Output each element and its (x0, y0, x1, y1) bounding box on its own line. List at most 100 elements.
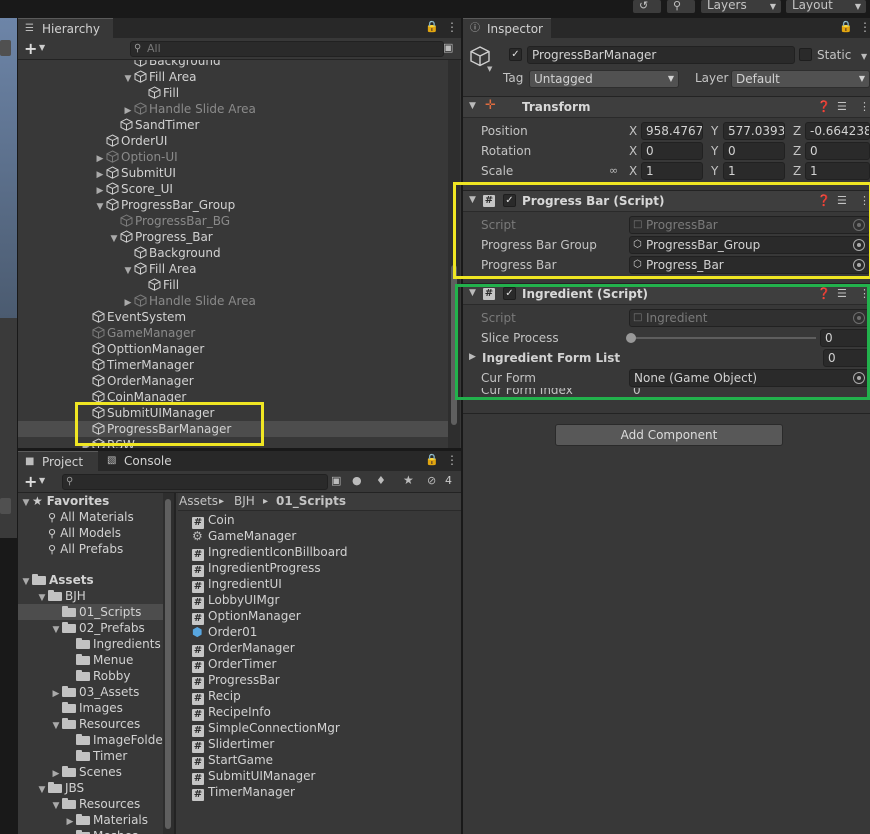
axis-x-label[interactable]: X (629, 121, 637, 141)
layer-dropdown[interactable]: Default ▼ (731, 70, 870, 88)
project-folder-item[interactable]: ▶ Meshes (64, 828, 138, 834)
hierarchy-item[interactable]: OrderManager (80, 373, 194, 389)
hierarchy-item[interactable]: EventSystem (80, 309, 186, 325)
help-icon[interactable]: ❓ (817, 100, 831, 113)
file-item[interactable]: ⚙ GameManager (192, 528, 296, 544)
hierarchy-item[interactable]: SandTimer (108, 117, 200, 133)
hierarchy-item[interactable]: ▼ ProgressBar_Group (94, 197, 236, 213)
scrollbar-thumb[interactable] (165, 499, 171, 829)
hierarchy-item[interactable]: ▶ Handle Slide Area (122, 101, 256, 117)
expand-arrow-icon[interactable]: ▼ (36, 782, 48, 798)
axis-x-label[interactable]: X (629, 161, 637, 181)
scale-y-field[interactable]: 1 (723, 162, 785, 180)
static-checkbox[interactable] (799, 48, 812, 61)
tab-project[interactable]: ■ Project (18, 451, 98, 471)
more-options-icon[interactable]: ⋮ (859, 100, 870, 113)
file-item[interactable]: # StartGame (192, 752, 273, 769)
axis-y-label[interactable]: Y (711, 141, 718, 161)
project-folder-item[interactable]: ▼ BJH (36, 588, 86, 604)
hierarchy-item[interactable]: GameManager (80, 325, 195, 341)
expand-arrow-icon[interactable]: ▼ (50, 622, 62, 638)
file-item[interactable]: # Recip (192, 688, 241, 705)
project-folder-item[interactable]: ▶ Materials (64, 812, 148, 828)
lock-icon[interactable]: 🔒 (425, 20, 439, 33)
hierarchy-item[interactable]: TimerManager (80, 357, 194, 373)
chevron-down-icon[interactable]: ▼ (39, 43, 45, 52)
hierarchy-search-input[interactable]: ⚲ All (130, 41, 444, 57)
expand-arrow-icon[interactable]: ▼ (108, 231, 120, 247)
breadcrumb-assets[interactable]: Assets (179, 493, 218, 510)
file-item[interactable]: # OrderManager (192, 640, 295, 657)
project-folder-item[interactable]: Images (50, 700, 123, 716)
axis-x-label[interactable]: X (629, 141, 637, 161)
project-folder-item[interactable]: ▶ 03_Assets (50, 684, 140, 700)
file-item[interactable]: # SubmitUIManager (192, 768, 316, 785)
hierarchy-item[interactable]: ▼ Progress_Bar (108, 229, 213, 245)
file-item[interactable]: # OptionManager (192, 608, 301, 625)
scale-z-field[interactable]: 1 (805, 162, 870, 180)
tab-console[interactable]: ▧ Console (100, 451, 190, 471)
search-filter-icon[interactable]: ▣ (443, 41, 453, 54)
tag-dropdown[interactable]: Untagged ▼ (529, 70, 679, 88)
project-folder-item[interactable]: ▼ Resources (50, 796, 141, 812)
axis-y-label[interactable]: Y (711, 121, 718, 141)
project-folder-item[interactable]: 01_Scripts (50, 604, 141, 620)
hierarchy-item[interactable]: Fill (136, 85, 179, 101)
file-item[interactable]: # Slidertimer (192, 736, 274, 753)
project-folder-item[interactable]: ▼ JBS (36, 780, 85, 798)
project-folder-item[interactable]: ▼ Resources (50, 716, 141, 734)
object-name-field[interactable]: ProgressBarManager (527, 46, 795, 64)
project-folder-item[interactable]: Timer (64, 748, 127, 764)
position-y-field[interactable]: 577.0393 (723, 122, 785, 140)
expand-arrow-icon[interactable]: ▼ (122, 263, 134, 279)
more-options-icon[interactable]: ⋮ (446, 453, 458, 467)
project-folder-item[interactable]: Menue (64, 652, 133, 668)
scene-tool-button[interactable] (0, 498, 11, 514)
favorites-item[interactable]: ⚲ All Materials (48, 509, 134, 525)
project-folder-item[interactable]: Robby (64, 668, 130, 684)
hierarchy-item[interactable]: ▶ Handle Slide Area (122, 293, 256, 309)
favorites-item[interactable]: ⚲ All Prefabs (48, 541, 123, 557)
folder-tree-scrollbar[interactable] (163, 493, 174, 834)
scene-view-edge[interactable] (0, 18, 17, 538)
axis-z-label[interactable]: Z (793, 121, 801, 141)
project-folder-item[interactable]: ▶ Scenes (50, 764, 122, 780)
more-options-icon[interactable]: ⋮ (859, 20, 870, 34)
scale-x-field[interactable]: 1 (641, 162, 703, 180)
add-icon[interactable]: + (24, 472, 37, 491)
tab-inspector[interactable]: ⓘ Inspector (463, 18, 551, 38)
chevron-down-icon[interactable]: ▼ (39, 476, 45, 485)
preset-icon[interactable]: ☰ (837, 100, 847, 113)
hierarchy-item[interactable]: Background (122, 245, 221, 261)
hierarchy-item[interactable]: ▶ Score_UI (94, 181, 173, 197)
hierarchy-item[interactable]: ▶ SubmitUI (94, 165, 176, 181)
history-button[interactable]: ↺ (633, 0, 661, 13)
link-icon[interactable]: ∞ (609, 164, 618, 177)
expand-arrow-icon[interactable]: ▼ (50, 718, 62, 734)
position-x-field[interactable]: 958.4767 (641, 122, 703, 140)
filter-label-icon[interactable]: ♦ (376, 474, 386, 487)
layers-dropdown[interactable]: Layers ▼ (701, 0, 781, 13)
file-item[interactable]: # Coin (192, 512, 235, 529)
scene-tool-button[interactable] (0, 40, 11, 56)
file-item[interactable]: # OrderTimer (192, 656, 276, 673)
hierarchy-item[interactable]: ▼ Fill Area (122, 69, 197, 87)
favorites-header[interactable]: ▼ ★ Favorites (20, 493, 110, 509)
axis-y-label[interactable]: Y (711, 161, 718, 181)
hierarchy-item[interactable]: ProgressBar_BG (108, 213, 230, 229)
project-folder-item[interactable]: ▼ 02_Prefabs (50, 620, 145, 636)
project-search-input[interactable]: ⚲ (62, 474, 328, 490)
expand-arrow-icon[interactable]: ▼ (122, 71, 134, 87)
hidden-packages-icon[interactable]: ⊘ (427, 474, 436, 487)
project-folder-item[interactable]: Ingredients (64, 636, 161, 652)
rotation-x-field[interactable]: 0 (641, 142, 703, 160)
assets-header[interactable]: ▼ Assets (20, 572, 94, 588)
hierarchy-item[interactable]: OpttionManager (80, 341, 204, 357)
file-item[interactable]: # SimpleConnectionMgr (192, 720, 340, 737)
position-z-field[interactable]: -0.664238 (805, 122, 870, 140)
axis-z-label[interactable]: Z (793, 141, 801, 161)
file-item[interactable]: # IngredientIconBillboard (192, 544, 347, 561)
expand-arrow-icon[interactable]: ▶ (64, 830, 76, 834)
hierarchy-item[interactable]: Background (122, 60, 221, 69)
filter-type-icon[interactable]: ● (352, 474, 362, 487)
